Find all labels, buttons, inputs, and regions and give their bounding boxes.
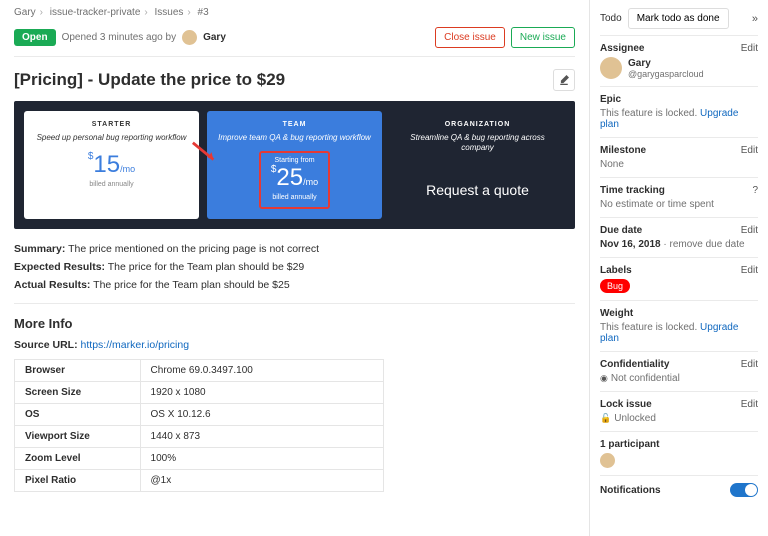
page-title: [Pricing] - Update the price to $29	[14, 69, 575, 91]
edit-milestone[interactable]: Edit	[741, 145, 758, 156]
mark-todo-done-button[interactable]: Mark todo as done	[628, 8, 729, 29]
crumb[interactable]: Issues	[155, 7, 184, 18]
table-row: Screen Size1920 x 1080	[15, 382, 384, 404]
close-issue-button[interactable]: Close issue	[435, 27, 505, 48]
help-icon[interactable]: ?	[752, 185, 758, 196]
notifications-toggle[interactable]: ✓	[730, 483, 758, 497]
eye-icon: ◉	[600, 373, 608, 383]
pricing-card-starter: STARTER Speed up personal bug reporting …	[24, 111, 199, 219]
table-row: Zoom Level100%	[15, 448, 384, 470]
edit-lock[interactable]: Edit	[741, 399, 758, 410]
crumb-current: #3	[198, 7, 209, 18]
table-row: BrowserChrome 69.0.3497.100	[15, 360, 384, 382]
avatar[interactable]	[600, 57, 622, 79]
new-issue-button[interactable]: New issue	[511, 27, 575, 48]
table-row: OSOS X 10.12.6	[15, 404, 384, 426]
crumb[interactable]: issue-tracker-private	[50, 7, 141, 18]
table-row: Pixel Ratio@1x	[15, 470, 384, 492]
avatar[interactable]	[182, 30, 197, 45]
pencil-icon	[559, 75, 569, 85]
author-name[interactable]: Gary	[203, 32, 226, 43]
lock-open-icon: 🔓	[600, 413, 611, 423]
edit-due-date[interactable]: Edit	[741, 225, 758, 236]
env-table: BrowserChrome 69.0.3497.100 Screen Size1…	[14, 359, 384, 492]
edit-confidentiality[interactable]: Edit	[741, 359, 758, 370]
source-url-link[interactable]: https://marker.io/pricing	[81, 339, 190, 351]
annotation-highlight: Starting from $25/mo billed annually	[259, 151, 330, 209]
remove-due-date[interactable]: · remove due date	[661, 239, 745, 250]
avatar[interactable]	[600, 453, 615, 468]
issue-body: Summary: The price mentioned on the pric…	[14, 243, 575, 492]
crumb[interactable]: Gary	[14, 7, 36, 18]
pricing-card-org: ORGANIZATION Streamline QA & bug reporti…	[390, 111, 565, 219]
label-bug[interactable]: Bug	[600, 279, 630, 293]
pricing-screenshot: STARTER Speed up personal bug reporting …	[14, 101, 575, 229]
more-info-heading: More Info	[14, 316, 575, 331]
collapse-sidebar-button[interactable]: »	[752, 13, 758, 25]
opened-text: Opened 3 minutes ago by	[62, 32, 177, 43]
todo-label: Todo	[600, 13, 622, 24]
sidebar: Todo Mark todo as done » AssigneeEdit Ga…	[590, 0, 768, 536]
table-row: Viewport Size1440 x 873	[15, 426, 384, 448]
edit-assignee[interactable]: Edit	[741, 43, 758, 54]
issue-meta-row: Open Opened 3 minutes ago by Gary Close …	[14, 23, 575, 57]
status-badge: Open	[14, 29, 56, 46]
edit-title-button[interactable]	[553, 69, 575, 91]
breadcrumb: Gary› issue-tracker-private› Issues› #3	[14, 0, 575, 23]
pricing-card-team: TEAM Improve team QA & bug reporting wor…	[207, 111, 382, 219]
edit-labels[interactable]: Edit	[741, 265, 758, 276]
